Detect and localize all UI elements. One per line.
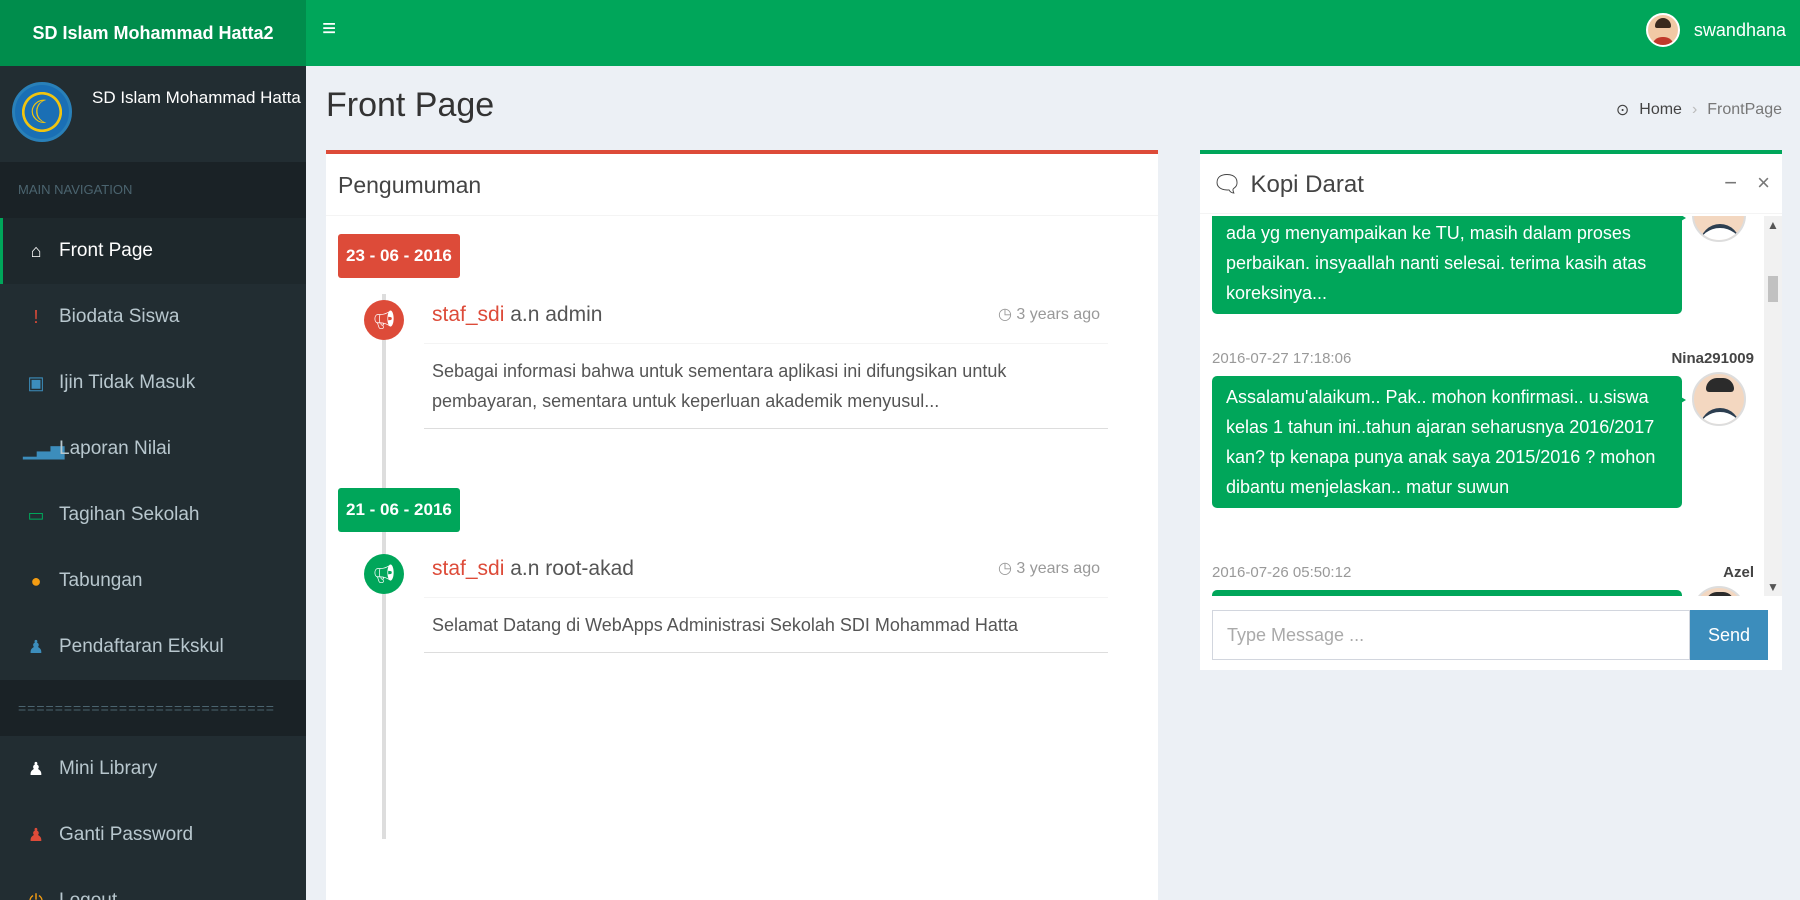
chat-input-row: Send (1212, 610, 1768, 660)
chat-tools: − × (1724, 170, 1770, 196)
timeline-on-behalf: a.n admin (510, 303, 603, 326)
chat-username: Nina291009 (1671, 350, 1754, 367)
sidebar-item-tabungan[interactable]: ● Tabungan (0, 548, 306, 614)
timeline-time-text: 3 years ago (1016, 560, 1100, 577)
sidebar-item-pendaftaran-ekskul[interactable]: ♟ Pendaftaran Ekskul (0, 614, 306, 680)
nav-separator: ============================ (0, 680, 306, 736)
scrollbar-thumb[interactable] (1768, 276, 1778, 302)
comments-icon: 🗨︎ (1212, 171, 1243, 198)
piggy-bank-icon: ● (30, 570, 42, 591)
send-button[interactable]: Send (1690, 610, 1768, 660)
school-logo-icon (12, 82, 72, 142)
breadcrumb: ⊙ Home › FrontPage (1616, 100, 1782, 120)
sidebar-item-label: Ganti Password (59, 824, 194, 845)
megaphone-icon: 📢︎ (364, 300, 404, 340)
sidebar-item-biodata-siswa[interactable]: ǃ Biodata Siswa (0, 284, 306, 350)
sidebar-item-label: Ijin Tidak Masuk (59, 372, 196, 393)
scroll-down-icon[interactable]: ▼ (1767, 580, 1779, 594)
message-input[interactable] (1212, 610, 1690, 660)
chat-avatar (1692, 372, 1746, 426)
timeline-time-text: 3 years ago (1016, 306, 1100, 323)
sidebar-item-label: Laporan Nilai (59, 438, 171, 459)
money-icon: ▭ (27, 504, 45, 525)
car-icon: ▣ (27, 372, 45, 393)
timeline-body: Sebagai informasi bahwa untuk sementara … (432, 361, 1007, 411)
sidebar-item-laporan-nilai[interactable]: ▁▃▅ Laporan Nilai (0, 416, 306, 482)
breadcrumb-home[interactable]: Home (1639, 101, 1682, 119)
sidebar-item-mini-library[interactable]: ♟ Mini Library (0, 736, 306, 802)
chat-bubble: ada yg menyampaikan ke TU, masih dalam p… (1212, 216, 1686, 314)
chat-username: Azel (1723, 564, 1754, 581)
chat-bubble (1212, 590, 1682, 596)
sidebar: SD Islam Mohammad Hatta MAIN NAVIGATION … (0, 66, 306, 900)
chat-avatar (1692, 586, 1746, 596)
timeline-time: ◷ 3 years ago (998, 540, 1100, 598)
top-navbar: SD Islam Mohammad Hatta2 ≡ swandhana (0, 0, 1800, 66)
sidebar-item-label: Front Page (59, 240, 153, 261)
dashboard-icon: ⊙ (1615, 102, 1630, 119)
sidebar-item-label: Logout (59, 890, 117, 900)
timeline-item: staf_sdi a.n root-akad ◷ 3 years ago Sel… (424, 540, 1108, 653)
sidebar-item-label: Mini Library (59, 758, 158, 779)
user-avatar (1645, 13, 1680, 47)
chat-scrollbar[interactable]: ▲ ▼ (1764, 216, 1782, 596)
sidebar-item-tagihan-sekolah[interactable]: ▭ Tagihan Sekolah (0, 482, 306, 548)
timeline-author[interactable]: staf_sdi (432, 557, 504, 580)
clock-icon: ◷ (997, 560, 1012, 577)
sidebar-item-label: Tagihan Sekolah (59, 504, 200, 525)
chat-title: 🗨︎ Kopi Darat (1212, 170, 1364, 199)
chat-timestamp: 2016-07-27 17:18:06 (1212, 350, 1352, 367)
announcement-title: Pengumuman (326, 154, 1158, 216)
breadcrumb-separator: › (1691, 101, 1698, 118)
brand-logo[interactable]: SD Islam Mohammad Hatta2 (0, 0, 306, 66)
bar-chart-icon: ▁▃▅ (23, 438, 65, 459)
sidebar-item-label: Biodata Siswa (59, 306, 180, 327)
clock-icon: ◷ (997, 306, 1012, 323)
page-title: Front Page (326, 86, 495, 124)
users-icon: ♟ (27, 758, 45, 779)
megaphone-icon: 📢︎ (364, 554, 404, 594)
chat-avatar (1692, 216, 1746, 242)
sidebar-item-logout[interactable]: ⏻ Logout (0, 868, 306, 900)
school-panel: SD Islam Mohammad Hatta (0, 66, 306, 162)
breadcrumb-current: FrontPage (1707, 101, 1782, 118)
timeline-on-behalf: a.n root-akad (510, 557, 634, 580)
chat-messages: ada yg menyampaikan ke TU, masih dalam p… (1200, 216, 1782, 596)
school-name: SD Islam Mohammad Hatta (92, 88, 301, 107)
nav-header: MAIN NAVIGATION (0, 162, 306, 218)
sidebar-item-front-page[interactable]: ⌂ Front Page (0, 218, 306, 284)
home-icon: ⌂ (30, 240, 42, 261)
timeline-body: Selamat Datang di WebApps Administrasi S… (432, 615, 1018, 635)
user-icon: ♟ (27, 824, 45, 845)
chat-title-text: Kopi Darat (1250, 170, 1364, 198)
sidebar-item-label: Tabungan (59, 570, 143, 591)
info-icon: ǃ (33, 306, 39, 327)
timeline-date-label: 21 - 06 - 2016 (338, 488, 460, 532)
sidebar-item-ijin-tidak-masuk[interactable]: ▣ Ijin Tidak Masuk (0, 350, 306, 416)
chat-timestamp: 2016-07-26 05:50:12 (1212, 564, 1352, 581)
user-menu[interactable]: swandhana (1645, 10, 1786, 50)
timeline-header: staf_sdi a.n root-akad ◷ 3 years ago (424, 540, 1108, 598)
chat-message: ada yg menyampaikan ke TU, masih dalam p… (1212, 216, 1686, 314)
sidebar-item-label: Pendaftaran Ekskul (59, 636, 224, 657)
hamburger-icon[interactable]: ≡ (322, 16, 348, 42)
timeline-header: staf_sdi a.n admin ◷ 3 years ago (424, 286, 1108, 344)
sidebar-item-ganti-password[interactable]: ♟ Ganti Password (0, 802, 306, 868)
username: swandhana (1693, 19, 1786, 40)
timeline-date-label: 23 - 06 - 2016 (338, 234, 460, 278)
announcement-box: Pengumuman 23 - 06 - 2016 📢︎ staf_sdi a.… (326, 150, 1158, 900)
power-icon: ⏻ (23, 891, 49, 900)
chat-header: 🗨︎ Kopi Darat − × (1200, 154, 1782, 214)
close-icon[interactable]: × (1757, 170, 1770, 196)
chat-bubble: Assalamu'alaikum.. Pak.. mohon konfirmas… (1212, 376, 1686, 508)
chat-message (1212, 590, 1682, 596)
timeline-item: staf_sdi a.n admin ◷ 3 years ago Sebagai… (424, 286, 1108, 429)
chat-box: 🗨︎ Kopi Darat − × ada yg menyampaikan ke… (1200, 150, 1782, 670)
user-icon: ♟ (27, 636, 45, 657)
timeline-time: ◷ 3 years ago (998, 286, 1100, 344)
minimize-icon[interactable]: − (1724, 170, 1737, 196)
timeline-author[interactable]: staf_sdi (432, 303, 504, 326)
chat-message: Assalamu'alaikum.. Pak.. mohon konfirmas… (1212, 376, 1686, 508)
scroll-up-icon[interactable]: ▲ (1767, 218, 1779, 232)
